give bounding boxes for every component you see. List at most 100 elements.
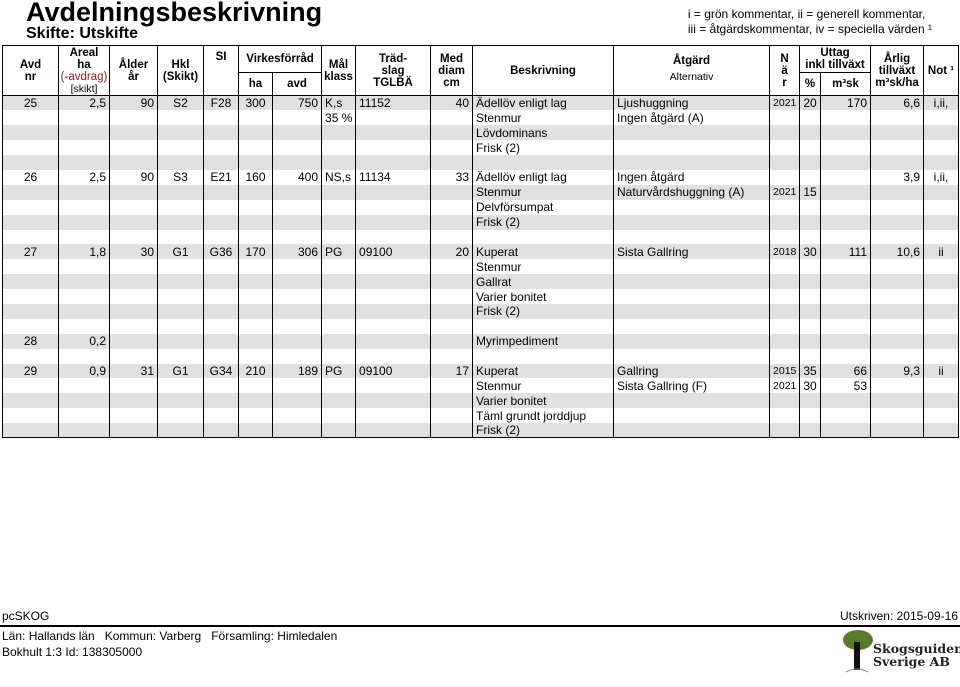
cell-atg <box>613 214 771 230</box>
cell-tillvaxt <box>870 184 925 200</box>
cell-hkl <box>157 274 204 290</box>
cell-tillvaxt <box>870 303 925 319</box>
cell-vol-avd <box>271 318 323 334</box>
cell-m3sk: 111 <box>820 244 872 260</box>
cell-tradslag <box>355 184 432 200</box>
cell-areal <box>58 289 110 304</box>
cell-vol-ha <box>238 110 273 126</box>
cell-tillvaxt: 6,6 <box>870 95 925 111</box>
cell-avd <box>2 348 59 364</box>
cell-atg: Sista Gallring (F) <box>613 378 771 394</box>
cell-tradslag: 09100 <box>355 363 432 379</box>
cell-atg <box>613 408 771 424</box>
cell-pct <box>799 125 822 141</box>
cell-vol-avd <box>271 110 323 126</box>
table-row <box>2 348 960 364</box>
cell-tillvaxt <box>870 199 925 215</box>
cell-not <box>923 155 960 170</box>
cell-tillvaxt <box>870 378 925 394</box>
cell-hkl <box>157 259 204 275</box>
col-not: Not ¹ <box>923 45 960 96</box>
col-nar: När <box>769 45 801 96</box>
cell-year <box>769 289 801 304</box>
cell-m3sk <box>820 348 872 364</box>
cell-hkl <box>157 155 204 170</box>
cell-year: 2015 <box>769 363 801 379</box>
cell-diam <box>430 140 474 156</box>
cell-m3sk <box>820 169 872 185</box>
cell-avd <box>2 318 59 334</box>
cell-year <box>769 214 801 230</box>
cell-tradslag <box>355 393 432 409</box>
cell-m3sk <box>820 423 872 439</box>
cell-alder: 31 <box>109 363 158 379</box>
cell-year <box>769 333 801 349</box>
legend-line: iii = åtgärdskommentar, iv = speciella v… <box>687 22 932 36</box>
cell-atg <box>613 155 771 170</box>
cell-not <box>923 199 960 215</box>
cell-besk: Kuperat <box>472 363 615 379</box>
cell-mal <box>321 229 357 245</box>
cell-year <box>769 348 801 364</box>
cell-tillvaxt <box>870 408 925 424</box>
cell-avd <box>2 378 59 394</box>
cell-atg: Ingen åtgärd <box>613 169 771 185</box>
cell-alder: 30 <box>109 244 158 260</box>
cell-hkl <box>157 423 204 439</box>
cell-mal <box>321 333 357 349</box>
table-row: Varier bonitet <box>2 289 960 304</box>
cell-besk: Frisk (2) <box>472 140 615 156</box>
cell-not <box>923 184 960 200</box>
cell-besk <box>472 318 615 334</box>
cell-pct <box>799 214 822 230</box>
cell-alder <box>109 184 158 200</box>
cell-not <box>923 393 960 409</box>
cell-tradslag: 11134 <box>355 169 432 185</box>
cell-vol-ha <box>238 318 273 334</box>
cell-m3sk: 66 <box>820 363 872 379</box>
cell-avd: 26 <box>2 169 59 185</box>
cell-diam <box>430 155 474 170</box>
cell-avd <box>2 423 59 439</box>
cell-tillvaxt <box>870 229 925 245</box>
cell-mal <box>321 289 357 304</box>
cell-alder <box>109 348 158 364</box>
cell-pct <box>799 393 822 409</box>
table-row <box>2 155 960 170</box>
cell-not <box>923 110 960 126</box>
cell-avd: 28 <box>2 333 59 349</box>
cell-vol-ha: 170 <box>238 244 273 260</box>
cell-year <box>769 274 801 290</box>
cell-mal <box>321 259 357 275</box>
cell-alder <box>109 214 158 230</box>
cell-alder <box>109 259 158 275</box>
col-uttag-m3sk: m³sk <box>820 72 872 96</box>
location-info: Län: Hallands län Kommun: Varberg Försam… <box>2 629 338 643</box>
cell-diam <box>430 303 474 319</box>
cell-tillvaxt <box>870 348 925 364</box>
cell-mal <box>321 303 357 319</box>
cell-avd <box>2 229 59 245</box>
cell-avd <box>2 274 59 290</box>
cell-pct <box>799 199 822 215</box>
cell-pct <box>799 155 822 170</box>
cell-si <box>203 408 239 424</box>
cell-areal: 1,8 <box>58 244 110 260</box>
cell-alder <box>109 423 158 439</box>
cell-mal <box>321 318 357 334</box>
cell-diam <box>430 318 474 334</box>
cell-tradslag: 11152 <box>355 95 432 111</box>
cell-avd: 29 <box>2 363 59 379</box>
cell-not <box>923 348 960 364</box>
cell-tradslag <box>355 348 432 364</box>
cell-hkl <box>157 393 204 409</box>
cell-alder <box>109 408 158 424</box>
cell-hkl: G1 <box>157 363 204 379</box>
cell-diam <box>430 423 474 439</box>
cell-diam <box>430 274 474 290</box>
cell-mal <box>321 199 357 215</box>
cell-hkl <box>157 214 204 230</box>
cell-atg <box>613 229 771 245</box>
cell-mal <box>321 274 357 290</box>
cell-diam <box>430 408 474 424</box>
